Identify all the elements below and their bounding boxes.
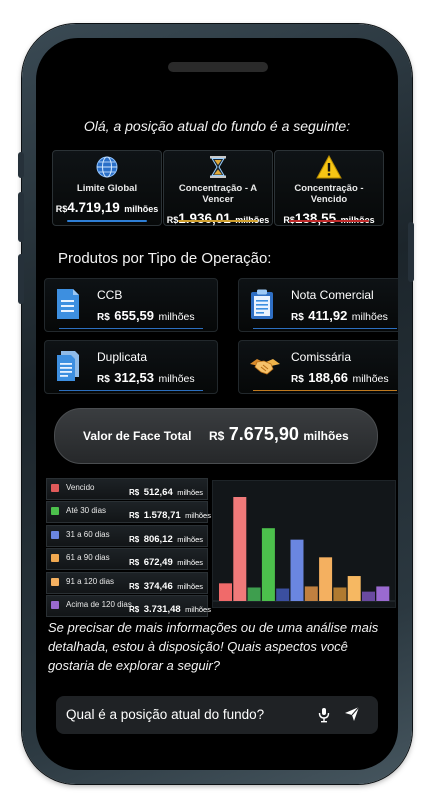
product-value: R$ 188,66 milhões [291, 370, 389, 385]
product-name: CCB [97, 288, 123, 302]
chart-bar [333, 587, 347, 601]
product-card-ccb: CCB R$ 655,59 milhões [44, 278, 218, 332]
legend-swatch [51, 484, 59, 492]
chat-input[interactable]: Qual é a posição atual do fundo? [56, 696, 378, 734]
document-icon [55, 288, 81, 320]
product-value: R$ 411,92 milhões [291, 308, 388, 323]
maturity-bar-chart [212, 480, 396, 608]
legend-swatch [51, 554, 59, 563]
legend-swatch [51, 530, 59, 539]
legend-value: R$ 806,12 milhões [129, 533, 204, 545]
chart-svg [213, 497, 395, 602]
product-card-nota-comercial: Nota Comercial R$ 411,92 milhões [238, 278, 398, 332]
kpi-card-vencido: Concentração - Vencido R$138,55 milhões [274, 150, 384, 226]
volume-up-button [18, 192, 24, 242]
product-accent-line [253, 390, 397, 391]
kpi-title: Concentração - Vencido [294, 183, 364, 205]
chart-bar [247, 587, 261, 601]
kpi-title: Limite Global [76, 183, 138, 194]
handshake-icon [249, 350, 281, 382]
speaker-notch [168, 62, 268, 72]
legend-value: R$ 3.731,48 milhões [129, 603, 211, 615]
product-card-duplicata: Duplicata R$ 312,53 milhões [44, 340, 218, 394]
kpi-title: Concentração - A Vencer [178, 183, 258, 205]
total-face-value-pill: Valor de Face Total R$ 7.675,90 milhões [54, 408, 378, 464]
product-accent-line [59, 390, 203, 391]
legend-label: 61 a 90 dias [66, 553, 110, 563]
legend-row: Até 30 dias R$ 1.578,71 milhões [46, 501, 211, 524]
legend-label: Até 30 dias [66, 506, 107, 516]
chart-bar [304, 586, 318, 601]
chart-bar [347, 576, 361, 601]
product-name: Comissária [291, 350, 352, 364]
chart-bar [362, 591, 375, 601]
product-name: Nota Comercial [291, 288, 374, 302]
product-card-comissaria: Comissária R$ 188,66 milhões [238, 340, 398, 394]
globe-icon [53, 155, 161, 181]
assistant-message: Se precisar de mais informações ou de um… [48, 620, 379, 673]
microphone-icon[interactable] [318, 707, 330, 723]
hourglass-icon [164, 155, 272, 181]
legend-value: R$ 1.578,71 milhões [129, 510, 211, 522]
volume-down-button [18, 254, 24, 304]
legend-label: Vencido [66, 483, 95, 492]
product-value: R$ 655,59 milhões [97, 308, 195, 323]
kpi-card-a-vencer: Concentração - A Vencer R$1.936,01 milhõ… [163, 150, 273, 226]
send-icon[interactable] [344, 706, 360, 722]
invoice-icon [55, 350, 81, 382]
chart-bar [376, 586, 390, 601]
chart-bar [233, 497, 247, 601]
legend-row: 91 a 120 dias R$ 374,46 milhões [46, 571, 208, 594]
kpi-card-limite-global: Limite Global R$4.719,19 milhões [52, 150, 162, 226]
product-name: Duplicata [97, 350, 148, 364]
legend-label: 91 a 120 dias [66, 576, 115, 586]
kpi-value: R$4.719,19 milhões [55, 200, 159, 215]
legend-swatch [51, 577, 59, 586]
product-accent-line [253, 328, 397, 329]
legend-row: Acima de 120 dias R$ 3.731,48 milhões [46, 594, 211, 617]
kpi-value: R$1.936,01 milhões [166, 211, 270, 226]
warning-icon [275, 154, 383, 181]
legend-row: 31 a 60 dias R$ 806,12 milhões [46, 524, 208, 547]
chart-bar [219, 583, 232, 601]
legend-row: 61 a 90 dias R$ 672,49 milhões [46, 548, 208, 571]
chart-legend: Vencido R$ 512,64 milhões Até 30 dias R$ 1.… [46, 478, 211, 618]
legend-label: 31 a 60 dias [66, 529, 110, 539]
power-button [408, 222, 414, 282]
kpi-accent-bar [67, 220, 147, 222]
total-label: Valor de Face Total [83, 429, 192, 443]
legend-row: Vencido R$ 512,64 milhões [46, 478, 208, 500]
chart-bar [290, 539, 304, 601]
phone-screen: Olá, a posição atual do fundo é a seguin… [36, 38, 398, 770]
greeting-text: Olá, a posição atual do fundo é a seguin… [83, 118, 351, 134]
legend-value: R$ 374,46 milhões [129, 580, 204, 592]
section-title: Produtos por Tipo de Operação: [58, 250, 272, 267]
mute-switch [18, 152, 24, 178]
chart-bar [276, 588, 290, 601]
chat-input-text[interactable]: Qual é a posição atual do fundo? [66, 707, 264, 722]
legend-label: Acima de 120 dias [66, 599, 132, 609]
kpi-accent-bar [178, 220, 258, 222]
legend-swatch [51, 507, 59, 516]
chart-bar [261, 528, 275, 601]
legend-value: R$ 512,64 milhões [129, 487, 204, 498]
kpi-value: R$138,55 milhões [283, 211, 374, 226]
kpi-accent-bar [289, 220, 369, 222]
chart-bar [319, 557, 333, 601]
clipboard-icon [249, 288, 275, 320]
legend-value: R$ 672,49 milhões [129, 557, 204, 569]
legend-swatch [51, 600, 59, 609]
product-accent-line [59, 328, 203, 329]
total-value: R$ 7.675,90 milhões [209, 424, 349, 444]
product-value: R$ 312,53 milhões [97, 370, 195, 385]
